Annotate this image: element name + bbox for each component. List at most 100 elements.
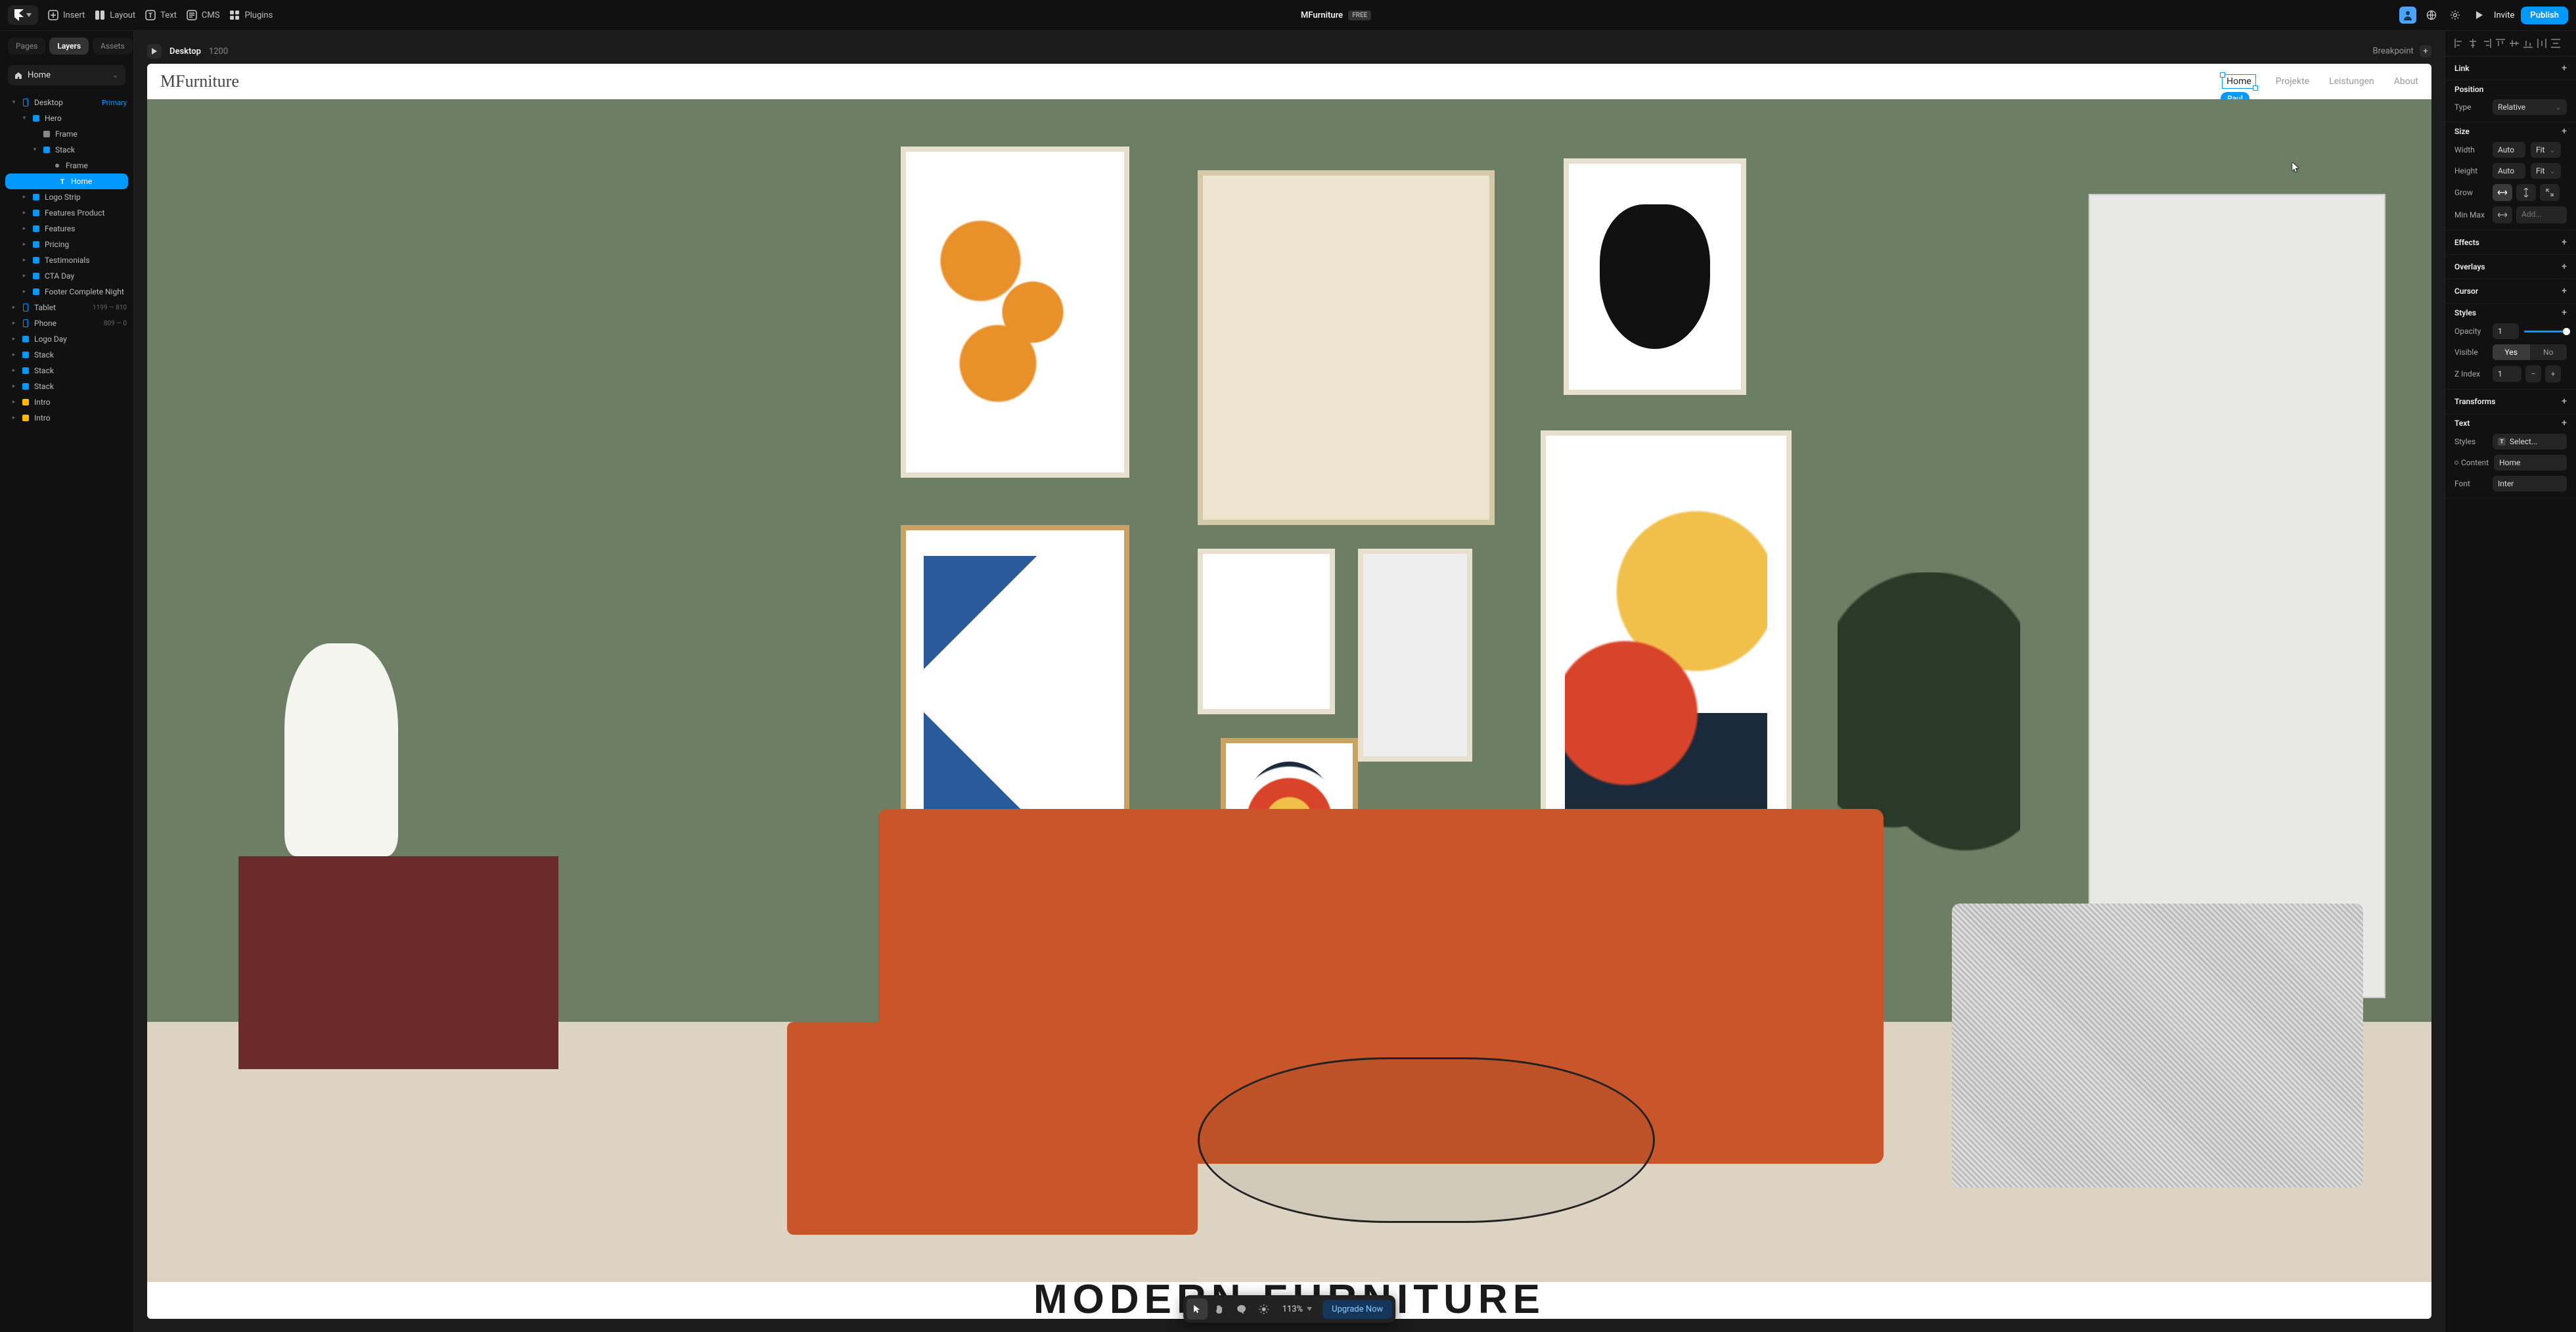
layer-frame[interactable]: Frame: [0, 158, 133, 173]
nav-leistungen[interactable]: Leistungen: [2329, 76, 2374, 87]
layout-tool[interactable]: Layout: [94, 9, 135, 21]
tab-layers[interactable]: Layers: [49, 37, 89, 55]
plugins-tool[interactable]: Plugins: [229, 9, 273, 21]
layer-frame[interactable]: Frame: [0, 126, 133, 142]
width-unit-select[interactable]: Fit⌄: [2531, 142, 2561, 158]
align-top-button[interactable]: [2495, 37, 2506, 49]
align-center-h-button[interactable]: [2467, 37, 2479, 49]
transforms-header[interactable]: Transforms: [2454, 397, 2495, 406]
plan-badge: FREE: [1348, 11, 1371, 20]
nav-home[interactable]: Home: [2222, 74, 2256, 89]
breakpoint-play-button[interactable]: [147, 44, 162, 58]
tab-assets[interactable]: Assets: [93, 37, 133, 55]
layer-features-product[interactable]: ▸Features Product: [0, 205, 133, 221]
upgrade-button[interactable]: Upgrade Now: [1322, 1300, 1392, 1319]
user-avatar[interactable]: [2399, 7, 2416, 24]
globe-button[interactable]: [2423, 7, 2440, 24]
nav-about[interactable]: About: [2394, 76, 2418, 87]
add-transform-button[interactable]: +: [2562, 396, 2567, 407]
text-tool[interactable]: T Text: [145, 9, 177, 21]
project-name: MFurniture: [1301, 11, 1343, 20]
invite-button[interactable]: Invite: [2494, 11, 2514, 20]
layer-intro[interactable]: ▸Intro: [0, 410, 133, 426]
align-left-button[interactable]: [2453, 37, 2465, 49]
cursor-header[interactable]: Cursor: [2454, 287, 2478, 296]
nav-projekte[interactable]: Projekte: [2276, 76, 2309, 87]
insert-tool[interactable]: Insert: [47, 9, 85, 21]
add-link-button[interactable]: +: [2562, 63, 2567, 74]
layer-testimonials[interactable]: ▸Testimonials: [0, 252, 133, 268]
grow-v-button[interactable]: [2516, 184, 2536, 201]
hand-tool[interactable]: [1209, 1298, 1230, 1320]
canvas[interactable]: Desktop 1200 Breakpoint + MFurniture Hom…: [134, 31, 2445, 1332]
grow-h-button[interactable]: [2493, 184, 2512, 201]
zindex-minus-button[interactable]: −: [2525, 365, 2541, 382]
layer-stack[interactable]: ▸Stack: [0, 347, 133, 363]
distribute-h-button[interactable]: [2536, 37, 2548, 49]
text-style-icon: T: [2498, 438, 2506, 446]
site-header: MFurniture Home Paul Projekte Leistungen…: [147, 64, 2431, 99]
minmax-icon-button[interactable]: [2493, 206, 2512, 223]
height-input[interactable]: Auto: [2493, 163, 2525, 179]
breakpoint-button[interactable]: Breakpoint: [2373, 47, 2414, 57]
tab-pages[interactable]: Pages: [8, 37, 45, 55]
text-styles-select[interactable]: TSelect...: [2493, 434, 2567, 449]
visible-yes-button[interactable]: Yes: [2493, 344, 2530, 360]
layer-features[interactable]: ▸Features: [0, 221, 133, 237]
select-tool[interactable]: [1186, 1298, 1208, 1320]
opacity-input[interactable]: 1: [2493, 323, 2519, 339]
layer-stack[interactable]: ▾Stack: [0, 142, 133, 158]
zoom-control[interactable]: 113%: [1276, 1304, 1319, 1314]
add-overlay-button[interactable]: +: [2562, 262, 2567, 272]
cms-tool[interactable]: CMS: [186, 9, 220, 21]
opacity-slider[interactable]: [2524, 331, 2567, 333]
size-add-button[interactable]: +: [2562, 126, 2567, 137]
theme-tool[interactable]: [1254, 1298, 1275, 1320]
layer-phone[interactable]: ▸Phone809 — 0: [0, 315, 133, 331]
layer-logo-day[interactable]: ▸Logo Day: [0, 331, 133, 347]
visible-no-button[interactable]: No: [2530, 344, 2567, 360]
layer-home-selected[interactable]: THome: [5, 173, 128, 189]
content-input[interactable]: Home: [2494, 455, 2567, 471]
layer-pricing[interactable]: ▸Pricing: [0, 237, 133, 252]
effects-header[interactable]: Effects: [2454, 238, 2479, 247]
width-input[interactable]: Auto: [2493, 142, 2525, 158]
globe-icon: [2426, 10, 2437, 20]
font-select[interactable]: Inter: [2493, 476, 2567, 492]
svg-text:T: T: [60, 179, 64, 185]
layer-intro[interactable]: ▸Intro: [0, 394, 133, 410]
styles-add-button[interactable]: +: [2562, 308, 2567, 318]
add-effect-button[interactable]: +: [2562, 237, 2567, 248]
text-add-button[interactable]: +: [2562, 418, 2567, 428]
position-type-select[interactable]: Relative⌄: [2493, 99, 2567, 115]
breakpoint-name[interactable]: Desktop: [169, 47, 201, 57]
align-right-button[interactable]: [2481, 37, 2493, 49]
grow-both-button[interactable]: [2540, 184, 2560, 201]
layer-footer[interactable]: ▸Footer Complete Night: [0, 284, 133, 300]
distribute-v-button[interactable]: [2550, 37, 2562, 49]
add-cursor-button[interactable]: +: [2562, 286, 2567, 296]
artboard[interactable]: MFurniture Home Paul Projekte Leistungen…: [147, 64, 2431, 1319]
preview-button[interactable]: [2470, 7, 2487, 24]
align-bottom-button[interactable]: [2522, 37, 2534, 49]
settings-button[interactable]: [2447, 7, 2464, 24]
layer-stack[interactable]: ▸Stack: [0, 379, 133, 394]
comment-tool[interactable]: [1231, 1298, 1252, 1320]
link-header[interactable]: Link: [2454, 64, 2470, 73]
zindex-input[interactable]: 1: [2493, 366, 2521, 382]
minmax-add-input[interactable]: Add...: [2516, 206, 2567, 223]
layer-hero[interactable]: ▾Hero: [0, 110, 133, 126]
overlays-header[interactable]: Overlays: [2454, 262, 2485, 271]
layer-desktop[interactable]: ▾DesktopPrimary: [0, 95, 133, 110]
add-breakpoint-button[interactable]: +: [2420, 45, 2431, 57]
publish-button[interactable]: Publish: [2521, 7, 2568, 24]
align-center-v-button[interactable]: [2508, 37, 2520, 49]
zindex-plus-button[interactable]: +: [2545, 365, 2561, 382]
height-unit-select[interactable]: Fit⌄: [2531, 163, 2561, 179]
layer-cta-day[interactable]: ▸CTA Day: [0, 268, 133, 284]
layer-tablet[interactable]: ▸Tablet1199 — 810: [0, 300, 133, 315]
app-menu-button[interactable]: [8, 5, 38, 25]
layer-logo-strip[interactable]: ▸Logo Strip: [0, 189, 133, 205]
page-selector[interactable]: Home ⌄: [8, 65, 125, 85]
layer-stack[interactable]: ▸Stack: [0, 363, 133, 379]
